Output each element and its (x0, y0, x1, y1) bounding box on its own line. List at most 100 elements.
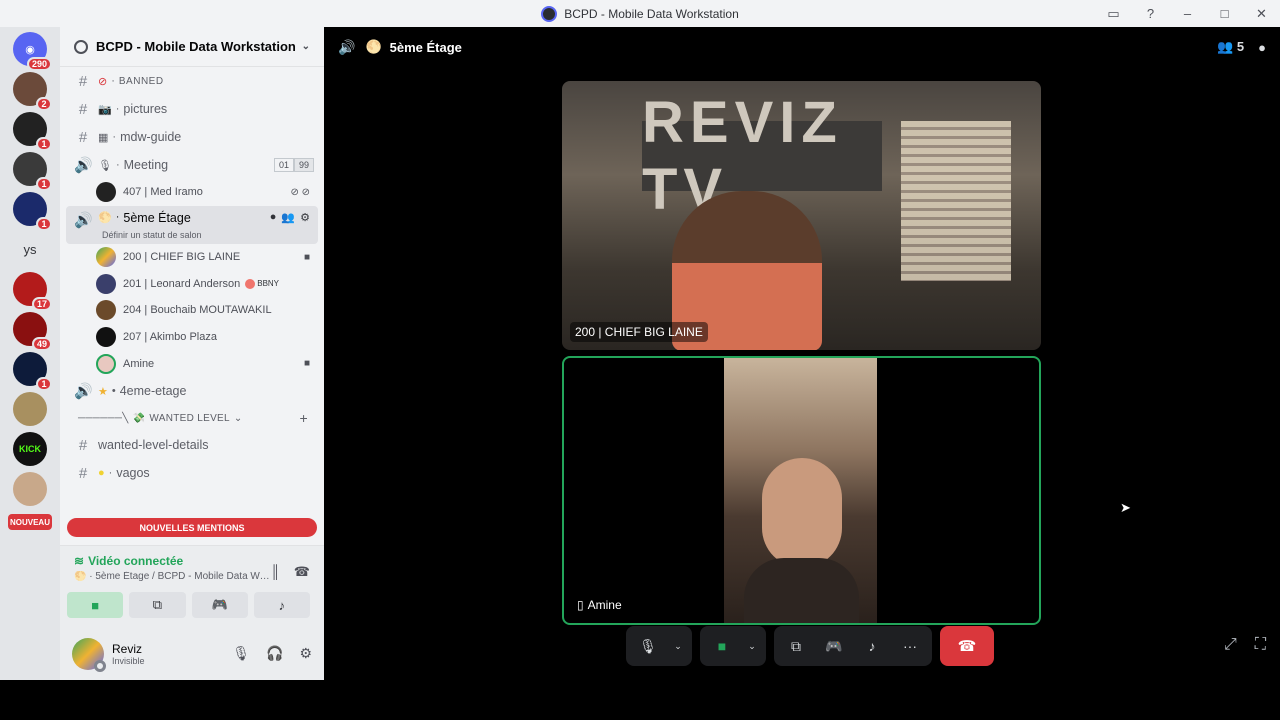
voice-member[interactable]: 407 | Med Iramo ⊘ ⊘ (60, 179, 324, 206)
video-tile[interactable]: ▯ Amine (562, 356, 1041, 625)
avatar[interactable] (72, 637, 106, 672)
new-mentions-banner[interactable]: NOUVELLES MENTIONS (67, 518, 317, 537)
member-name: 204 | Bouchaib MOUTAWAKIL (123, 304, 272, 317)
video-tile[interactable]: REVIZ TV 200 | CHIEF BIG LAINE (562, 81, 1041, 350)
more-options-icon[interactable]: ··· (894, 630, 926, 662)
voice-member[interactable]: 207 | Akimbo Plaza (60, 324, 324, 351)
close-icon[interactable]: ✕ (1243, 0, 1280, 27)
server-icon[interactable] (13, 472, 47, 506)
activity-controls: ⧉ 🎮 ♪ ··· (774, 626, 932, 666)
participants-button[interactable]: 👥 5 (1217, 39, 1244, 55)
tile-label-text: 200 | CHIEF BIG LAINE (575, 325, 703, 339)
fullscreen-icon[interactable]: ⛶ (1255, 636, 1266, 654)
sun-icon: 🌕 (98, 211, 112, 224)
maximize-icon[interactable]: □ (1206, 0, 1243, 27)
channel-wanted-level-details[interactable]: # wanted-level-details (60, 431, 324, 459)
gamepad-icon[interactable]: 🎮 (818, 630, 850, 662)
category-wanted-level[interactable]: ──────╲ 💸 WANTED LEVEL ⌄ + (60, 405, 324, 431)
channel-mdw-guide[interactable]: # ▦ · mdw-guide (60, 123, 324, 151)
disconnect-button[interactable]: ☎ (940, 626, 994, 666)
server-icon[interactable] (13, 392, 47, 426)
camera-button[interactable]: ■ (67, 592, 124, 618)
channel-5eme-etage[interactable]: 🔊 🌕 · 5ème Étage ● 👥 ⚙ Définir un statut… (66, 205, 318, 244)
help-icon[interactable]: ? (1132, 0, 1169, 27)
soundboard-icon[interactable]: ♪ (856, 630, 888, 662)
app-window: BCPD - Mobile Data Workstation ▭ ? – □ ✕… (0, 0, 1280, 680)
gear-icon[interactable]: ⚙ (299, 645, 312, 662)
invite-icon[interactable]: 👥 (281, 211, 295, 224)
status-hint[interactable]: Définir un statut de salon (102, 230, 202, 240)
video-camera-icon[interactable]: ■ (706, 630, 738, 662)
hash-icon: # (78, 100, 88, 118)
server-icon[interactable]: 2 (13, 72, 52, 111)
soundboard-button[interactable]: ♪ (253, 592, 310, 618)
yellow-circle-icon: ● (98, 467, 105, 480)
microphone-icon[interactable]: 🎙 (232, 645, 250, 662)
chat-icon[interactable]: ● (1258, 40, 1266, 55)
channel-vagos[interactable]: # ● · vagos (60, 459, 324, 487)
add-channel-icon[interactable]: + (300, 410, 308, 426)
voice-member[interactable]: 204 | Bouchaib MOUTAWAKIL (60, 297, 324, 324)
server-badge: 2 (36, 97, 52, 111)
sun-icon: 🌕 (365, 39, 382, 54)
microphone-icon: 🎙 (98, 159, 112, 172)
server-icon[interactable]: 1 (13, 192, 52, 231)
speaker-icon: 🔊 (74, 211, 93, 229)
home-badge: 290 (26, 57, 52, 71)
noise-suppression-icon[interactable]: ║ (271, 564, 280, 580)
screen-share-icon[interactable]: ⧉ (780, 630, 812, 662)
chat-icon[interactable]: ● (270, 211, 277, 224)
server-badge: 49 (31, 337, 52, 351)
avatar (96, 273, 116, 294)
chevron-down-icon[interactable]: ⌄ (670, 630, 686, 662)
voice-member[interactable]: Amine ■ (60, 350, 324, 377)
server-icon[interactable]: 17 (13, 272, 52, 311)
activity-button[interactable]: 🎮 (191, 592, 248, 618)
hash-icon: # (78, 72, 88, 90)
guild-header[interactable]: BCPD - Mobile Data Workstation ⌄ (60, 27, 324, 67)
invisible-status-icon (94, 659, 106, 672)
connection-location[interactable]: 🌕 · 5ème Étage / BCPD - Mobile Data Wor.… (74, 571, 274, 582)
headphones-icon[interactable]: 🎧 (266, 645, 283, 662)
channel-actions: ● 👥 ⚙ (270, 211, 310, 224)
screen-share-button[interactable]: ⧉ (129, 592, 186, 618)
guild-tag: BBNY (245, 278, 279, 289)
user-count: 01 (273, 158, 294, 172)
server-badge: 1 (36, 137, 52, 151)
stage-title: 5ème Étage (389, 39, 462, 55)
video-camera-icon: ■ (303, 358, 310, 370)
category-label: WANTED LEVEL (149, 412, 230, 424)
inbox-icon[interactable]: ▭ (1095, 0, 1132, 27)
minimize-icon[interactable]: – (1169, 0, 1206, 27)
channel-4eme-etage[interactable]: 🔊 ★ • 4eme-etage (60, 377, 324, 405)
new-servers-badge[interactable]: NOUVEAU (8, 514, 52, 530)
money-icon: 💸 (132, 412, 146, 424)
disconnect-icon[interactable]: ☎ (294, 564, 310, 580)
gear-icon[interactable]: ⚙ (300, 211, 310, 224)
user-panel: Reviz Invisible 🎙 🎧 ⚙ (60, 627, 324, 680)
server-icon[interactable]: 1 (13, 112, 52, 151)
member-name: Amine (123, 357, 155, 370)
channel-banned[interactable]: # ⊘ · BANNED (60, 67, 324, 95)
window-controls: ▭ ? – □ ✕ (1095, 0, 1280, 27)
voice-member[interactable]: 200 | CHIEF BIG LAINE ■ (60, 244, 324, 271)
server-icon[interactable]: 1 (13, 352, 52, 391)
channel-pictures[interactable]: # 📷 · pictures (60, 95, 324, 123)
popout-icon[interactable]: ⤢ (1224, 636, 1237, 654)
chevron-down-icon[interactable]: ⌄ (744, 630, 760, 662)
discord-icon: ◉ (25, 43, 35, 56)
server-icon[interactable]: 1 (13, 152, 52, 191)
user-info[interactable]: Reviz Invisible (112, 642, 145, 666)
server-icon[interactable]: 49 (13, 312, 52, 351)
header-right: 👥 5 ● (1217, 39, 1266, 55)
microphone-icon[interactable]: 🎙 (632, 630, 664, 662)
hash-icon: # (78, 128, 88, 146)
avatar (96, 300, 116, 321)
kick-server-icon[interactable]: KICK (13, 432, 47, 466)
server-badge: 1 (36, 377, 52, 391)
participants-count: 5 (1236, 39, 1245, 54)
home-button[interactable]: ◉ 290 (13, 32, 52, 71)
server-folder[interactable]: ys (13, 232, 47, 266)
voice-member[interactable]: 201 | Leonard Anderson BBNY (60, 270, 324, 297)
channel-meeting[interactable]: 🔊 🎙 · Meeting 01 99 (60, 151, 324, 179)
